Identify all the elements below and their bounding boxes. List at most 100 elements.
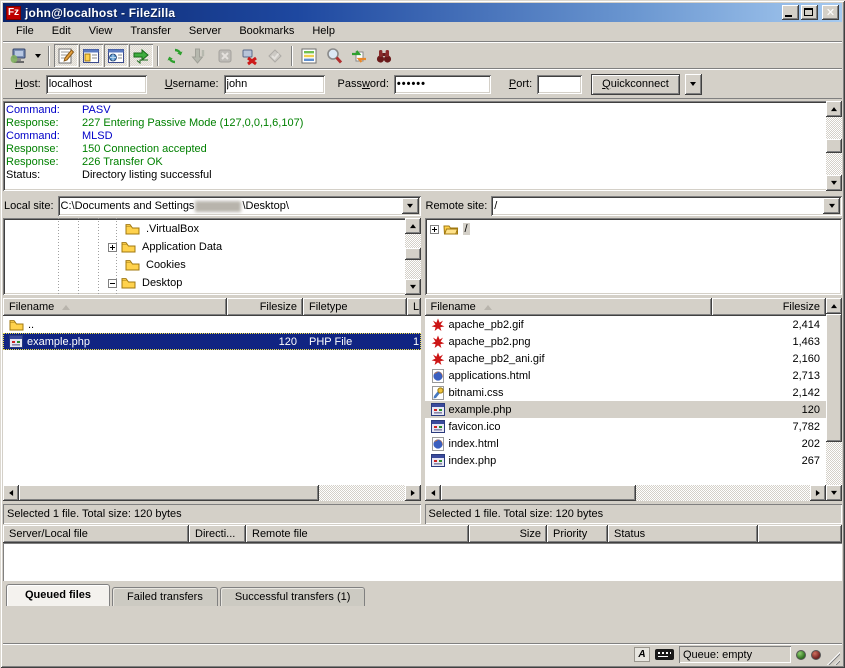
quickconnect-dropdown[interactable] [685, 74, 702, 95]
scroll-right-button[interactable] [810, 485, 826, 501]
tree-item-application-data[interactable]: Application Data [3, 238, 405, 256]
scrollbar-thumb[interactable] [441, 485, 636, 501]
queue-body[interactable] [3, 543, 842, 581]
remote-site-dropdown[interactable] [823, 198, 840, 214]
column-filesize[interactable]: Filesize [227, 298, 303, 316]
data-type-ascii-icon[interactable]: A [634, 647, 650, 662]
tab-failed-transfers[interactable]: Failed transfers [112, 587, 218, 606]
column-last-modified[interactable]: L [407, 298, 421, 316]
username-input[interactable] [224, 75, 325, 94]
menu-file[interactable]: File [7, 23, 43, 40]
tree-item-root[interactable]: / [425, 220, 843, 238]
table-row-selected[interactable]: example.php 120 PHP File 1 [3, 333, 421, 350]
scroll-down-button[interactable] [826, 485, 842, 501]
reconnect-button[interactable] [263, 44, 287, 67]
port-input[interactable] [537, 75, 582, 94]
table-row[interactable]: favicon.ico 7,782 [425, 418, 827, 435]
table-row-selected[interactable]: example.php 120 [425, 401, 827, 418]
cancel-button[interactable] [213, 44, 237, 67]
menu-server[interactable]: Server [180, 23, 230, 40]
local-site-combo[interactable]: C:\Documents and Settings\Desktop\ [58, 196, 421, 216]
disconnect-button[interactable] [238, 44, 262, 67]
minimize-button[interactable] [782, 5, 799, 20]
expand-icon[interactable] [430, 225, 439, 234]
scroll-up-button[interactable] [826, 298, 842, 314]
table-row[interactable]: apache_pb2.png 1,463 [425, 333, 827, 350]
toggle-queue-button[interactable] [129, 44, 153, 67]
queue-header: Server/Local file Directi... Remote file… [3, 525, 842, 543]
remote-directory-tree[interactable]: / [425, 218, 843, 295]
close-button[interactable]: ✕ [822, 5, 839, 20]
collapse-icon[interactable] [108, 279, 117, 288]
column-filename[interactable]: Filename [3, 298, 227, 316]
scroll-left-button[interactable] [425, 485, 441, 501]
column-size[interactable]: Size [469, 525, 547, 543]
compare-button[interactable] [322, 44, 346, 67]
local-file-rows[interactable]: .. example.php 120 PHP File 1 [3, 316, 421, 485]
scrollbar-thumb[interactable] [405, 248, 421, 260]
column-filesize[interactable]: Filesize [712, 298, 827, 316]
column-status[interactable]: Status [608, 525, 758, 543]
column-filename[interactable]: Filename [425, 298, 712, 316]
table-row[interactable]: bitnami.css 2,142 [425, 384, 827, 401]
column-server-local-file[interactable]: Server/Local file [3, 525, 189, 543]
host-input[interactable] [46, 75, 147, 94]
menu-help[interactable]: Help [303, 23, 344, 40]
maximize-button[interactable] [801, 5, 818, 20]
filter-button[interactable] [297, 44, 321, 67]
toggle-local-tree-button[interactable] [79, 44, 103, 67]
sync-browse-button[interactable] [347, 44, 371, 67]
title-bar[interactable]: Fz john@localhost - FileZilla ✕ [3, 3, 842, 22]
remote-vertical-scrollbar[interactable] [826, 298, 842, 501]
quickconnect-button[interactable]: Quickconnect [591, 74, 680, 95]
local-directory-tree[interactable]: .VirtualBox Application Data Cookies [3, 218, 421, 295]
scrollbar-thumb[interactable] [826, 139, 842, 153]
toggle-remote-tree-button[interactable] [104, 44, 128, 67]
password-input[interactable] [394, 75, 491, 94]
local-site-dropdown[interactable] [402, 198, 419, 214]
scroll-down-button[interactable] [826, 175, 842, 191]
scroll-up-button[interactable] [826, 101, 842, 117]
remote-site-combo[interactable]: / [491, 196, 842, 216]
table-row[interactable]: apache_pb2.gif 2,414 [425, 316, 827, 333]
scroll-right-button[interactable] [405, 485, 421, 501]
table-row[interactable]: apache_pb2_ani.gif 2,160 [425, 350, 827, 367]
column-remote-file[interactable]: Remote file [246, 525, 469, 543]
menu-view[interactable]: View [80, 23, 122, 40]
site-manager-button[interactable] [7, 44, 31, 67]
toggle-log-button[interactable] [54, 44, 78, 67]
log-vertical-scrollbar[interactable] [826, 101, 842, 191]
table-row[interactable]: .. [3, 316, 421, 333]
scrollbar-thumb[interactable] [19, 485, 319, 501]
menu-transfer[interactable]: Transfer [121, 23, 180, 40]
tree-item-cookies[interactable]: Cookies [3, 256, 405, 274]
find-files-button[interactable] [372, 44, 396, 67]
toolbar-separator [291, 46, 293, 66]
tab-queued-files[interactable]: Queued files [6, 584, 110, 606]
menu-bookmarks[interactable]: Bookmarks [230, 23, 303, 40]
table-row[interactable]: index.php 267 [425, 452, 827, 469]
column-direction[interactable]: Directi... [189, 525, 246, 543]
remote-horizontal-scrollbar[interactable] [425, 485, 827, 501]
scroll-down-button[interactable] [405, 279, 421, 295]
local-horizontal-scrollbar[interactable] [3, 485, 421, 501]
column-filetype[interactable]: Filetype [303, 298, 407, 316]
speed-limit-icon[interactable] [655, 649, 674, 660]
column-priority[interactable]: Priority [547, 525, 608, 543]
scroll-left-button[interactable] [3, 485, 19, 501]
tree-item-desktop[interactable]: Desktop [3, 274, 405, 292]
process-queue-button[interactable] [188, 44, 212, 67]
table-row[interactable]: applications.html 2,713 [425, 367, 827, 384]
menu-edit[interactable]: Edit [43, 23, 80, 40]
local-tree-scrollbar[interactable] [405, 218, 421, 295]
resize-grip[interactable] [826, 649, 840, 665]
site-manager-dropdown[interactable] [32, 44, 44, 67]
tab-successful-transfers[interactable]: Successful transfers (1) [220, 587, 366, 606]
tree-item-virtualbox[interactable]: .VirtualBox [3, 220, 405, 238]
expand-icon[interactable] [108, 243, 117, 252]
table-row[interactable]: index.html 202 [425, 435, 827, 452]
remote-file-rows[interactable]: apache_pb2.gif 2,414 apache_pb2.png 1,46… [425, 316, 827, 485]
refresh-button[interactable] [163, 44, 187, 67]
scroll-up-button[interactable] [405, 218, 421, 234]
scrollbar-thumb[interactable] [826, 314, 842, 442]
